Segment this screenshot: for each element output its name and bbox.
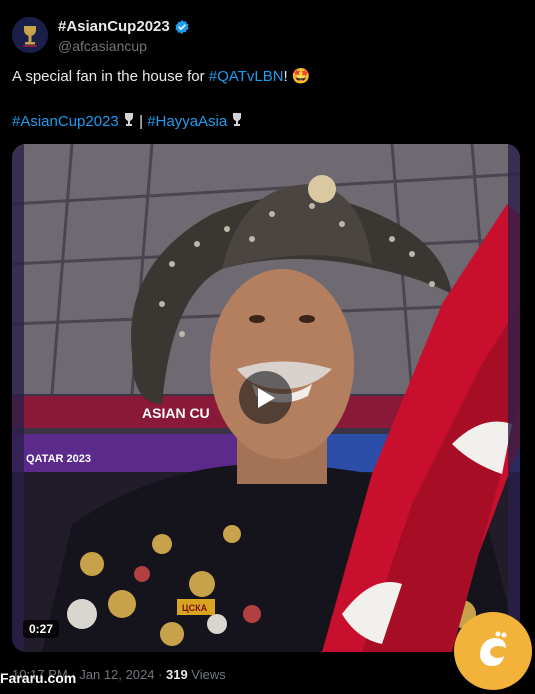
meta-separator: · (158, 667, 163, 682)
author-handle[interactable]: @afcasiancup (58, 38, 190, 54)
trophy-emoji-icon (124, 113, 133, 126)
author-display-name-row[interactable]: #AsianCup2023 (58, 18, 190, 35)
fararu-logo-icon (454, 612, 532, 690)
tweet-text-suffix: ! (283, 68, 288, 85)
hashtag-link-hayyaasia[interactable]: #HayyaAsia (147, 113, 227, 130)
hashtag-link-qatvlbn[interactable]: #QATvLBN (209, 68, 284, 85)
video-duration-badge: 0:27 (23, 620, 60, 638)
trophy-emoji-icon (233, 113, 242, 126)
star-struck-emoji-icon: 🤩 (291, 68, 311, 85)
play-button[interactable] (239, 371, 292, 424)
tweet-text-line-1: A special fan in the house for #QATvLBN!… (12, 67, 311, 87)
banner-text-asian-cup: ASIAN CU (142, 405, 210, 421)
author-display-name[interactable]: #AsianCup2023 (58, 18, 170, 35)
author-info: #AsianCup2023 @afcasiancup (58, 18, 190, 54)
hashtag-separator: | (139, 113, 144, 130)
banner-text-qatar-2023: QATAR 2023 (26, 453, 91, 465)
tweet-text: A special fan in the house for (12, 68, 209, 85)
pin-text-cska: ЦСКА (182, 603, 208, 613)
afc-trophy-logo-icon (12, 17, 48, 53)
play-icon (257, 387, 275, 408)
tweet-date[interactable]: Jan 12, 2024 (79, 667, 154, 682)
hashtag-link-asiancup2023[interactable]: #AsianCup2023 (12, 113, 119, 130)
fararu-watermark: Fararu.com (0, 670, 77, 686)
fararu-logo-mark (480, 631, 507, 666)
author-avatar[interactable] (12, 17, 48, 53)
tweet-text-line-2: #AsianCup2023 | #HayyaAsia (12, 112, 243, 132)
views-count: 319 (166, 667, 188, 682)
verified-badge-icon (175, 19, 189, 34)
views-label: Views (191, 667, 226, 682)
